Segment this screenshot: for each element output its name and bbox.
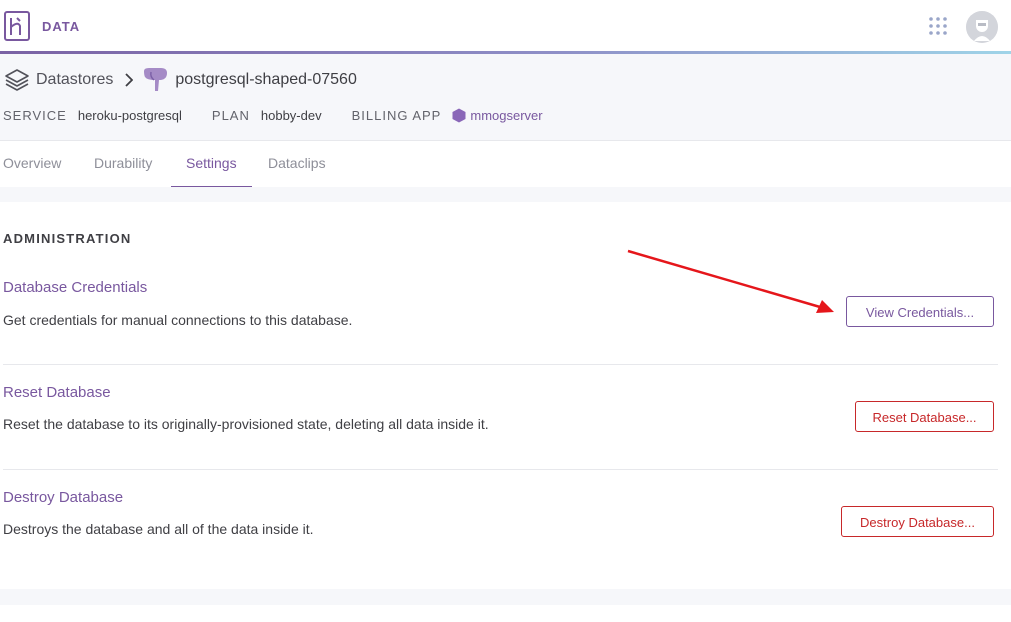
database-name: postgresql-shaped-07560 xyxy=(175,71,357,88)
billing-app-link[interactable]: mmogserver xyxy=(470,108,542,123)
annotation-arrow-icon xyxy=(627,249,834,313)
divider xyxy=(3,469,998,470)
section-description: Get credentials for manual connections t… xyxy=(3,312,353,328)
section-description: Destroys the database and all of the dat… xyxy=(3,521,314,537)
user-avatar-icon[interactable] xyxy=(966,11,998,43)
service-value: heroku-postgresql xyxy=(77,108,182,123)
breadcrumb: Datastores postgresql-shaped-07560 xyxy=(4,67,357,93)
postgres-elephant-icon xyxy=(144,68,168,91)
hexagon-app-icon xyxy=(452,108,466,123)
heroku-logo-icon[interactable] xyxy=(4,11,30,41)
view-credentials-button[interactable]: View Credentials... xyxy=(846,296,994,327)
administration-heading: ADMINISTRATION xyxy=(3,231,132,246)
tab-bar: Overview Durability Settings Dataclips xyxy=(0,140,1011,188)
service-key: SERVICE xyxy=(3,108,67,123)
section-gutter xyxy=(0,589,1011,605)
reset-database-button[interactable]: Reset Database... xyxy=(855,401,994,432)
plan-key: PLAN xyxy=(211,108,250,123)
section-gutter xyxy=(0,187,1011,202)
billing-app-key: BILLING APP xyxy=(351,108,442,123)
breadcrumb-datastores-link[interactable]: Datastores xyxy=(36,71,113,89)
apps-grid-icon[interactable] xyxy=(929,17,947,35)
section-description: Reset the database to its originally-pro… xyxy=(3,416,489,432)
top-navigation-bar: DATA xyxy=(0,0,1011,51)
app-title[interactable]: DATA xyxy=(42,19,80,34)
section-title: Reset Database xyxy=(3,384,111,401)
divider xyxy=(3,364,998,365)
destroy-database-button[interactable]: Destroy Database... xyxy=(841,506,994,537)
chevron-right-icon xyxy=(125,73,134,87)
database-header: Datastores postgresql-shaped-07560 SERVI… xyxy=(0,54,1011,140)
tab-durability[interactable]: Durability xyxy=(94,141,152,186)
tab-dataclips[interactable]: Dataclips xyxy=(268,141,326,186)
tab-overview[interactable]: Overview xyxy=(3,141,61,186)
database-meta: SERVICE heroku-postgresql PLAN hobby-dev… xyxy=(3,108,573,123)
section-title: Destroy Database xyxy=(3,489,124,506)
layers-icon xyxy=(5,69,29,91)
section-title: Database Credentials xyxy=(3,279,148,296)
plan-value: hobby-dev xyxy=(260,108,322,123)
tab-settings[interactable]: Settings xyxy=(171,141,252,188)
